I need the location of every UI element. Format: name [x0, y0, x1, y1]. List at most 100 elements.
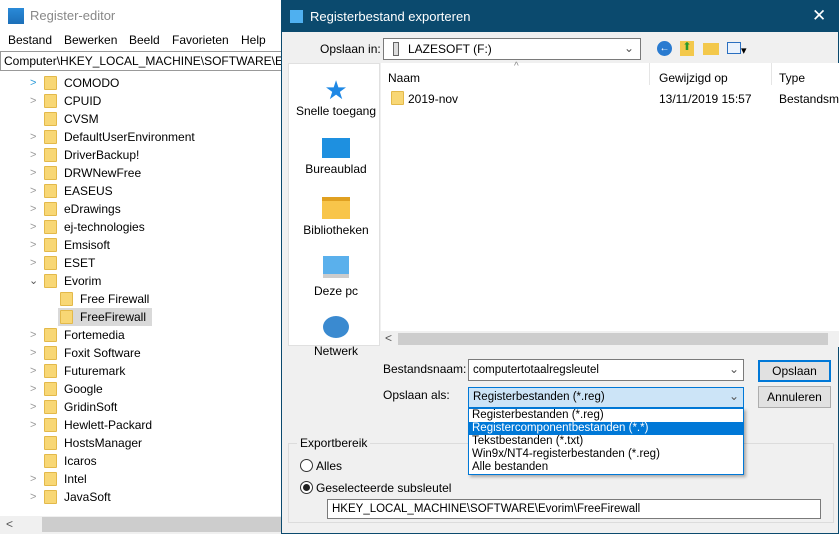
tree-item[interactable]: ⌄ Evorim [28, 272, 101, 290]
radio-all[interactable] [300, 459, 313, 472]
tree-item[interactable]: > DriverBackup! [28, 146, 139, 164]
new-folder-icon[interactable] [703, 43, 719, 55]
tree-item[interactable]: > Google [28, 380, 103, 398]
scroll-left-icon[interactable]: < [385, 331, 392, 345]
file-row[interactable]: 2019-nov 13/11/2019 15:57 Bestandsm [381, 89, 839, 107]
chevron-right-icon[interactable]: > [30, 146, 36, 164]
tree-item-label: HostsManager [64, 436, 143, 450]
place-network[interactable]: Netwerk [289, 316, 383, 358]
tree-item[interactable]: > Futuremark [28, 362, 125, 380]
tree-item[interactable]: > CPUID [28, 92, 101, 110]
column-name[interactable]: Naam [388, 71, 420, 85]
filename-label: Bestandsnaam: [383, 362, 467, 376]
scroll-thumb[interactable] [398, 333, 828, 345]
tree-item[interactable]: > Foxit Software [28, 344, 141, 362]
tree-item[interactable]: > Intel [28, 470, 87, 488]
chevron-right-icon[interactable]: > [30, 200, 36, 218]
tree-item-label: GridinSoft [64, 400, 118, 414]
scroll-thumb[interactable] [42, 517, 282, 532]
menu-help[interactable]: Help [241, 33, 266, 47]
dialog-titlebar: Registerbestand exporteren ✕ [282, 1, 839, 32]
tree-item[interactable]: HostsManager [28, 434, 142, 452]
save-button[interactable]: Opslaan [758, 360, 831, 382]
tree-item[interactable]: > DefaultUserEnvironment [28, 128, 195, 146]
chevron-right-icon[interactable]: > [30, 74, 36, 92]
savetype-option[interactable]: Registercomponentbestanden (*.*) [469, 422, 743, 435]
close-icon[interactable]: ✕ [812, 6, 826, 26]
tree-item[interactable]: > COMODO [28, 74, 119, 92]
scroll-left-icon[interactable]: < [6, 517, 13, 531]
tree-item-label: Foxit Software [64, 346, 141, 360]
place-this-pc[interactable]: Deze pc [289, 256, 383, 298]
chevron-right-icon[interactable]: > [30, 326, 36, 344]
file-list-hscrollbar[interactable]: < [381, 331, 839, 347]
place-quick-access[interactable]: ★ Snelle toegang [289, 76, 383, 118]
chevron-right-icon[interactable]: > [30, 416, 36, 434]
tree-item[interactable]: FreeFirewall [58, 308, 152, 326]
menu-favorieten[interactable]: Favorieten [172, 33, 229, 47]
tree-item[interactable]: > ESET [28, 254, 95, 272]
chevron-right-icon[interactable]: > [30, 92, 36, 110]
tree-item[interactable]: > Fortemedia [28, 326, 125, 344]
savetype-option[interactable]: Win9x/NT4-registerbestanden (*.reg) [469, 448, 743, 461]
savetype-dropdown[interactable]: Registerbestanden (*.reg) ⌄ [468, 387, 744, 408]
chevron-right-icon[interactable]: > [30, 380, 36, 398]
radio-selected-label[interactable]: Geselecteerde subsleutel [316, 481, 451, 495]
tree-item[interactable]: > GridinSoft [28, 398, 117, 416]
selected-branch-input[interactable]: HKEY_LOCAL_MACHINE\SOFTWARE\Evorim\FreeF… [327, 499, 821, 519]
tree-item-label: JavaSoft [64, 490, 111, 504]
registry-tree[interactable]: > COMODO > CPUID CVSM > DefaultUserEnvironment… [0, 74, 290, 516]
tree-item[interactable]: Free Firewall [44, 290, 149, 308]
tree-item-label: CPUID [64, 94, 102, 108]
tree-item[interactable]: > Hewlett-Packard [28, 416, 152, 434]
chevron-right-icon[interactable]: > [30, 164, 36, 182]
chevron-right-icon[interactable]: > [30, 470, 36, 488]
horizontal-scrollbar[interactable]: < [0, 516, 290, 534]
place-desktop[interactable]: Bureaublad [289, 138, 383, 176]
export-dialog: Registerbestand exporteren ✕ Opslaan in:… [281, 0, 839, 534]
tree-item[interactable]: > Emsisoft [28, 236, 110, 254]
menu-bewerken[interactable]: Bewerken [64, 33, 117, 47]
radio-all-label[interactable]: Alles [316, 459, 342, 473]
tree-item[interactable]: > eDrawings [28, 200, 121, 218]
column-modified[interactable]: Gewijzigd op [659, 71, 728, 85]
tree-item[interactable]: Icaros [28, 452, 97, 470]
tree-item[interactable]: CVSM [28, 110, 99, 128]
chevron-right-icon[interactable]: > [30, 254, 36, 272]
tree-item-label: FreeFirewall [80, 310, 147, 324]
menu-bestand[interactable]: Bestand [8, 33, 52, 47]
chevron-right-icon[interactable]: > [30, 218, 36, 236]
savetype-option[interactable]: Tekstbestanden (*.txt) [469, 435, 743, 448]
column-type[interactable]: Type [779, 71, 805, 85]
filename-input[interactable]: computertotaalregsleutel ⌄ [468, 359, 744, 381]
up-folder-icon[interactable]: ⬆ [680, 41, 694, 56]
chevron-down-icon[interactable]: ⌄ [29, 272, 38, 290]
chevron-right-icon[interactable]: > [30, 362, 36, 380]
back-icon[interactable]: ← [657, 41, 672, 56]
menu-beeld[interactable]: Beeld [129, 33, 160, 47]
chevron-right-icon[interactable]: > [30, 398, 36, 416]
tree-item[interactable]: > JavaSoft [28, 488, 111, 506]
tree-item[interactable]: > EASEUS [28, 182, 113, 200]
chevron-down-icon[interactable]: ⌄ [729, 362, 739, 376]
save-in-dropdown[interactable]: LAZESOFT (F:) ⌄ [383, 38, 641, 60]
tree-item-label: CVSM [64, 112, 99, 126]
view-menu-icon[interactable]: ▾ [727, 42, 751, 57]
file-list[interactable]: ^ Naam Gewijzigd op Type 2019-nov 13/11/… [381, 61, 839, 347]
place-libraries[interactable]: Bibliotheken [289, 197, 383, 237]
tree-item[interactable]: > DRWNewFree [28, 164, 141, 182]
radio-selected-branch[interactable] [300, 481, 313, 494]
chevron-right-icon[interactable]: > [30, 488, 36, 506]
chevron-right-icon[interactable]: > [30, 344, 36, 362]
chevron-right-icon[interactable]: > [30, 182, 36, 200]
cancel-button[interactable]: Annuleren [758, 386, 831, 408]
folder-icon [44, 256, 57, 270]
address-bar[interactable]: Computer\HKEY_LOCAL_MACHINE\SOFTWARE\Evo… [0, 51, 290, 71]
chevron-right-icon[interactable]: > [30, 128, 36, 146]
savetype-options-list[interactable]: Registerbestanden (*.reg) Registercompone… [468, 408, 744, 475]
tree-item[interactable]: > ej-technologies [28, 218, 145, 236]
savetype-option[interactable]: Alle bestanden [469, 461, 743, 474]
chevron-right-icon[interactable]: > [30, 236, 36, 254]
regedit-app-icon [290, 10, 303, 23]
savetype-option[interactable]: Registerbestanden (*.reg) [469, 409, 743, 422]
